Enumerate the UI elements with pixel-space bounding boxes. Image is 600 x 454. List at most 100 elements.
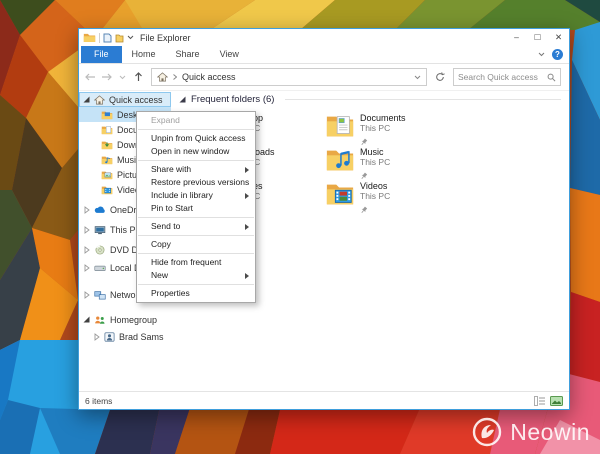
collapsed-arrow-icon[interactable] <box>84 246 90 254</box>
menu-item-properties[interactable]: Properties <box>137 287 255 300</box>
breadcrumb-separator-icon <box>173 74 177 80</box>
menu-separator <box>138 217 254 218</box>
sidebar-item-user[interactable]: Brad Sams <box>79 329 171 344</box>
menu-item-share-with[interactable]: Share with <box>137 163 255 176</box>
collapsed-arrow-icon[interactable] <box>84 264 90 272</box>
onedrive-cloud-icon <box>94 205 106 214</box>
collapsed-arrow-icon[interactable] <box>84 291 90 299</box>
breadcrumb-location[interactable]: Quick access <box>182 72 236 82</box>
pin-icon <box>360 206 368 214</box>
neowin-logo-icon <box>472 417 502 447</box>
neowin-brand-text: Neowin <box>510 419 590 446</box>
neowin-watermark: Neowin <box>472 417 590 447</box>
close-button[interactable]: ✕ <box>548 29 569 46</box>
title-bar[interactable]: File Explorer – □ ✕ <box>79 29 569 46</box>
network-icon <box>94 290 106 300</box>
submenu-arrow-icon <box>245 167 249 173</box>
tab-view[interactable]: View <box>210 46 249 63</box>
documents-folder-icon <box>101 125 113 135</box>
local-disk-icon <box>94 263 106 273</box>
dvd-drive-icon <box>94 245 106 255</box>
videos-folder-icon <box>325 181 355 207</box>
back-button[interactable] <box>84 73 97 81</box>
sidebar-item-quick-access[interactable]: Quick access <box>79 92 171 107</box>
music-folder-icon <box>101 155 113 165</box>
this-pc-icon <box>94 225 106 235</box>
folder-tile-videos[interactable]: Videos This PC <box>325 181 455 211</box>
qat-customize-chevron-icon[interactable] <box>127 35 134 40</box>
menu-item-restore-previous-versions[interactable]: Restore previous versions <box>137 176 255 189</box>
expanded-arrow-icon[interactable] <box>83 96 90 103</box>
tab-home[interactable]: Home <box>122 46 166 63</box>
collapsed-arrow-icon[interactable] <box>84 226 90 234</box>
sidebar-item-homegroup[interactable]: Homegroup <box>79 312 171 327</box>
status-bar: 6 items <box>79 391 569 409</box>
documents-folder-icon <box>325 113 355 139</box>
menu-item-open-in-new-window[interactable]: Open in new window <box>137 145 255 158</box>
app-folder-icon <box>83 32 96 43</box>
submenu-arrow-icon <box>245 193 249 199</box>
navigation-toolbar: Quick access <box>79 64 569 91</box>
submenu-arrow-icon <box>245 273 249 279</box>
desktop-folder-icon <box>101 110 113 120</box>
folder-tile-documents[interactable]: Documents This PC <box>325 113 455 143</box>
menu-item-copy[interactable]: Copy <box>137 238 255 251</box>
window-title: File Explorer <box>140 33 506 43</box>
qat-new-folder-icon[interactable] <box>115 33 124 43</box>
recent-locations-chevron-icon[interactable] <box>116 75 129 80</box>
menu-item-send-to[interactable]: Send to <box>137 220 255 233</box>
group-header-rule <box>285 99 561 100</box>
home-icon <box>94 95 105 105</box>
file-explorer-window: File Explorer – □ ✕ File Home Share View… <box>78 28 570 410</box>
menu-separator <box>138 253 254 254</box>
expanded-arrow-icon[interactable] <box>83 316 90 323</box>
collapsed-arrow-icon[interactable] <box>84 206 90 214</box>
folder-tile-music[interactable]: Music This PC <box>325 147 455 177</box>
menu-separator <box>138 160 254 161</box>
tab-file[interactable]: File <box>81 46 122 63</box>
address-bar[interactable]: Quick access <box>151 68 427 86</box>
tile-location: This PC <box>360 191 390 201</box>
search-input[interactable] <box>458 72 547 82</box>
tile-location: This PC <box>360 157 390 167</box>
music-folder-icon <box>325 147 355 173</box>
group-header[interactable]: Frequent folders (6) <box>179 94 561 105</box>
home-icon <box>157 72 168 82</box>
menu-item-new[interactable]: New <box>137 269 255 282</box>
user-icon <box>104 332 115 342</box>
qat-properties-icon[interactable] <box>103 33 112 43</box>
refresh-button[interactable] <box>433 72 446 82</box>
collapsed-arrow-icon[interactable] <box>94 333 100 341</box>
homegroup-icon <box>94 315 106 325</box>
pictures-folder-icon <box>101 170 113 180</box>
sidebar-item-label: Homegroup <box>110 315 157 325</box>
menu-item-include-in-library[interactable]: Include in library <box>137 189 255 202</box>
forward-button[interactable] <box>100 73 113 81</box>
menu-separator <box>138 129 254 130</box>
menu-item-unpin-from-quick-access[interactable]: Unpin from Quick access <box>137 132 255 145</box>
downloads-folder-icon <box>101 140 113 150</box>
pin-icon <box>360 172 368 180</box>
group-collapse-arrow-icon[interactable] <box>179 96 186 103</box>
help-icon[interactable]: ? <box>552 49 563 60</box>
submenu-arrow-icon <box>245 224 249 230</box>
minimize-button[interactable]: – <box>506 29 527 46</box>
menu-item-pin-to-start[interactable]: Pin to Start <box>137 202 255 215</box>
menu-item-hide-from-frequent[interactable]: Hide from frequent <box>137 256 255 269</box>
items-count: 6 items <box>85 396 112 406</box>
search-box[interactable] <box>453 68 561 86</box>
context-menu: Expand Unpin from Quick access Open in n… <box>136 111 256 303</box>
group-header-label: Frequent folders (6) <box>191 94 274 105</box>
sidebar-item-label: Quick access <box>109 95 163 105</box>
up-button[interactable] <box>132 72 145 82</box>
expand-ribbon-chevron-icon[interactable] <box>538 52 545 57</box>
tile-name: Videos <box>360 181 390 191</box>
tab-share[interactable]: Share <box>166 46 210 63</box>
address-dropdown-chevron-icon[interactable] <box>414 75 421 80</box>
search-icon[interactable] <box>547 73 556 82</box>
sidebar-item-label: Brad Sams <box>119 332 164 342</box>
maximize-button[interactable]: □ <box>527 29 548 46</box>
details-view-button[interactable] <box>534 396 546 406</box>
quick-access-toolbar <box>83 32 134 43</box>
large-icons-view-button[interactable] <box>550 396 563 406</box>
